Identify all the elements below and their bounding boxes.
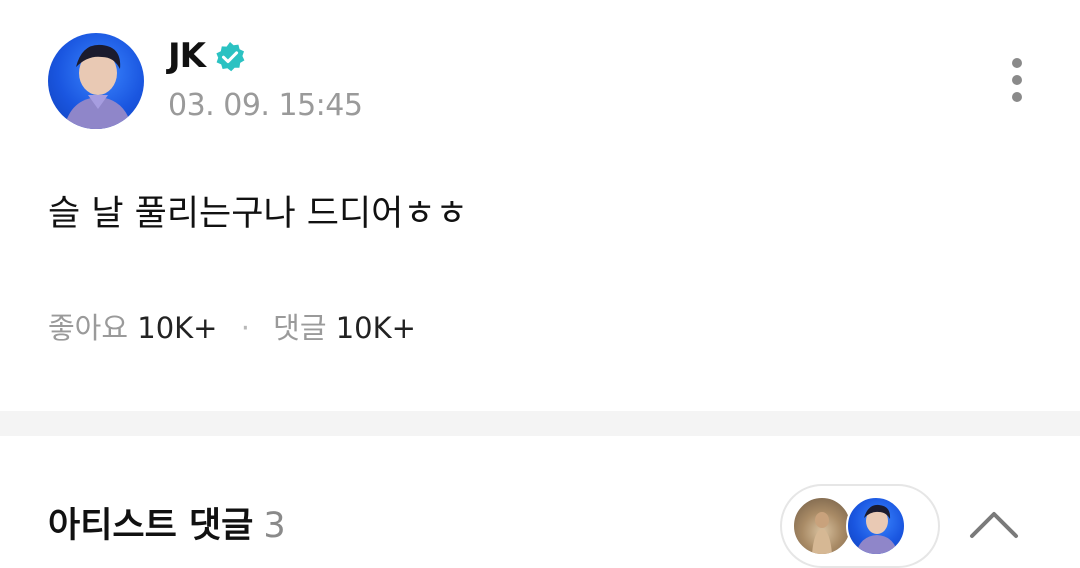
avatar-figure [64,44,132,129]
comments-label[interactable]: 댓글 [273,311,326,345]
artist-comments-count: 3 [263,506,286,546]
likes-label[interactable]: 좋아요 [48,311,128,345]
likes-count[interactable]: 10K+ [137,311,217,345]
post-page: JK 03. 09. 15:45 슬 날 풀리는구나 드디어ㅎㅎ 좋아요 10K… [0,0,1080,568]
chevron-up-icon [970,512,1018,538]
author-name[interactable]: JK [168,36,206,76]
post-body-text: 슬 날 풀리는구나 드디어ㅎㅎ [48,194,468,234]
stats-separator: · [240,311,250,345]
artist-avatar-2 [846,496,906,556]
post-timestamp: 03. 09. 15:45 [168,88,363,123]
artist-comments-label: 아티스트 댓글 [48,506,254,546]
avatar-figure [856,504,898,554]
verified-badge-icon [216,42,245,72]
artist-avatars-pill[interactable] [780,484,940,568]
artist-comments-title[interactable]: 아티스트 댓글 3 [48,504,286,548]
more-options-button[interactable] [996,52,1038,112]
post-stats: 좋아요 10K+ · 댓글 10K+ [48,308,416,348]
more-vertical-icon [1012,58,1022,102]
section-divider [0,411,1080,436]
avatar-figure [812,512,832,554]
artist-avatar-1 [792,496,852,556]
collapse-button[interactable] [966,504,1022,544]
comments-count[interactable]: 10K+ [336,311,416,345]
author-avatar[interactable] [48,33,144,129]
